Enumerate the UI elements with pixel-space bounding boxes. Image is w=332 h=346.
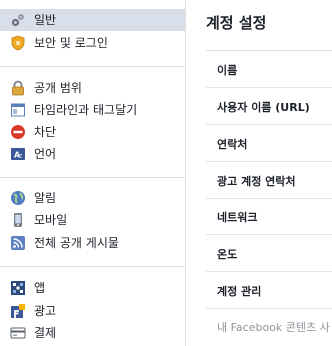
- row-divider: [206, 308, 332, 309]
- settings-row-temperature[interactable]: 온도: [206, 235, 332, 271]
- svg-text:z: z: [19, 153, 22, 160]
- settings-row-label: 연락처: [217, 138, 248, 151]
- timeline-icon: [11, 103, 25, 117]
- page-title: 계정 설정: [206, 14, 267, 32]
- sidebar-divider: [0, 66, 185, 67]
- sidebar-item-label: 모바일: [34, 213, 68, 227]
- sidebar-item-label: 광고: [34, 304, 57, 318]
- sidebar-item-label: 앱: [34, 281, 46, 295]
- sidebar-item-payments[interactable]: 결제: [0, 322, 185, 344]
- settings-row-label: 네트워크: [217, 211, 258, 224]
- shield-icon: [11, 35, 25, 51]
- sidebar-item-security-login[interactable]: 보안 및 로그인: [0, 32, 185, 54]
- sidebar-item-label: 언어: [34, 147, 57, 161]
- ads-icon: [11, 304, 25, 318]
- sidebar-item-mobile[interactable]: 모바일: [0, 209, 185, 231]
- mobile-icon: [14, 213, 22, 227]
- sidebar-divider: [0, 177, 185, 178]
- settings-row-label: 이름: [217, 64, 238, 77]
- sidebar-item-language[interactable]: A z 언어: [0, 143, 185, 165]
- apps-icon: [11, 281, 25, 295]
- sidebar-item-label: 차단: [34, 125, 57, 139]
- settings-row-name[interactable]: 이름: [206, 51, 332, 87]
- sidebar-divider: [0, 266, 185, 267]
- language-icon: A z: [11, 148, 25, 160]
- gear-icon: [11, 14, 24, 27]
- sidebar-item-timeline-tagging[interactable]: 타임라인과 태그달기: [0, 99, 185, 121]
- sidebar-item-label: 일반: [34, 13, 57, 27]
- sidebar-item-label: 전체 공개 게시물: [34, 236, 119, 250]
- payment-card-icon: [10, 327, 26, 339]
- sidebar-item-notifications[interactable]: 알림: [0, 187, 185, 209]
- settings-row-contact[interactable]: 연락처: [206, 125, 332, 161]
- settings-row-account-management[interactable]: 계정 관리: [206, 272, 332, 308]
- sidebar-item-blocking[interactable]: 차단: [0, 121, 185, 143]
- sidebar-item-label: 알림: [34, 191, 57, 205]
- settings-row-label: 계정 관리: [217, 285, 262, 298]
- sidebar-item-label: 보안 및 로그인: [34, 36, 108, 50]
- sidebar-item-privacy[interactable]: 공개 범위: [0, 77, 185, 99]
- sidebar-item-label: 공개 범위: [34, 81, 82, 95]
- block-icon: [11, 125, 25, 139]
- sidebar-item-label: 결제: [34, 326, 57, 340]
- sidebar-item-public-posts[interactable]: 전체 공개 게시물: [0, 232, 185, 254]
- settings-row-networks[interactable]: 네트워크: [206, 198, 332, 234]
- download-info-link[interactable]: 내 Facebook 콘텐츠 사: [217, 319, 330, 335]
- settings-row-label: 온도: [217, 248, 238, 261]
- sidebar-item-ads[interactable]: 광고: [0, 300, 185, 322]
- globe-icon: [11, 191, 25, 205]
- settings-row-label: 사용자 이름 (URL): [217, 101, 310, 114]
- sidebar-item-label: 타임라인과 태그달기: [34, 103, 138, 117]
- sidebar-item-apps[interactable]: 앱: [0, 277, 185, 299]
- settings-sidebar: 일반 보안 및 로그인 공개 범위 타임라인과 태그달기 차단 A z 언어 알…: [0, 0, 185, 346]
- sidebar-item-general[interactable]: 일반: [0, 9, 185, 31]
- rss-icon: [11, 236, 25, 250]
- settings-row-username[interactable]: 사용자 이름 (URL): [206, 88, 332, 124]
- settings-content: 계정 설정 이름 사용자 이름 (URL) 연락처 광고 계정 연락처 네트워크…: [186, 0, 332, 346]
- settings-row-label: 광고 계정 연락처: [217, 175, 296, 188]
- lock-icon: [12, 80, 24, 96]
- settings-row-ad-account-contact[interactable]: 광고 계정 연락처: [206, 162, 332, 198]
